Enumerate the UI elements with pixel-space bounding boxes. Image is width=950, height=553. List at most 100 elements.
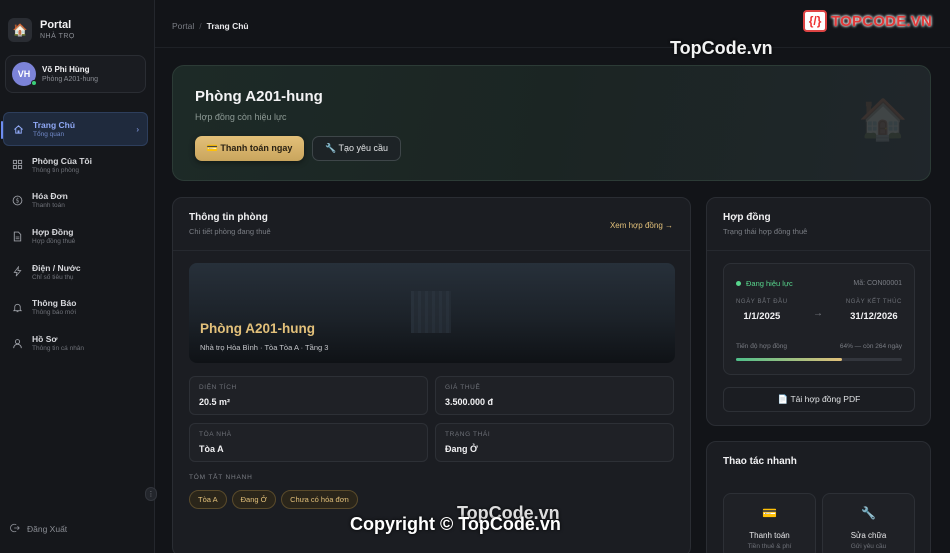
divider — [707, 250, 930, 251]
summary-chips: Tòa A Đang Ở Chưa có hóa đơn — [189, 490, 358, 509]
breadcrumb-root[interactable]: Portal — [172, 21, 194, 31]
chip-invoice: Chưa có hóa đơn — [281, 490, 358, 509]
room-info-card: Thông tin phòng Chi tiết phòng đang thuê… — [172, 197, 691, 553]
sidebar: 🏠 Portal NHÀ TRỌ VH Võ Phi Hùng Phòng A2… — [0, 0, 155, 553]
building-image — [411, 291, 451, 333]
chevron-right-icon: › — [136, 125, 139, 134]
document-icon — [11, 230, 23, 242]
lightning-icon — [11, 266, 23, 278]
quick-action-payment[interactable]: 💳 Thanh toán Tiền thuê & phí — [723, 493, 816, 553]
chip-status: Đang Ở — [231, 490, 277, 509]
create-request-button[interactable]: 🔧 Tạo yêu cầu — [312, 136, 401, 161]
progress-bar — [736, 358, 902, 361]
status-badge: Đang hiệu lực — [736, 279, 793, 288]
end-date: NGÀY KẾT THÚC 31/12/2026 — [846, 299, 902, 322]
user-name: Võ Phi Hùng — [42, 65, 90, 74]
arrow-right-icon: → — [813, 308, 823, 319]
room-banner: Phòng A201-hung Nhà trọ Hòa Bình · Tòa T… — [189, 263, 675, 363]
sidebar-item-thong-bao[interactable]: Thông Báo Thông báo mới — [3, 290, 148, 324]
sidebar-item-sub: Hợp đồng thuê — [32, 238, 76, 246]
card-title: Hợp đồng — [723, 212, 771, 223]
hero-banner: Phòng A201-hung Hợp đồng còn hiệu lực 💳 … — [172, 65, 931, 181]
status-dot-icon — [736, 281, 741, 286]
sidebar-item-sub: Thông tin cá nhân — [32, 345, 85, 353]
card-title: Thông tin phòng — [189, 212, 268, 223]
chip-building: Tòa A — [189, 490, 227, 509]
pay-now-button[interactable]: 💳 Thanh toán ngay — [195, 136, 304, 161]
brand-subtitle: NHÀ TRỌ — [40, 33, 75, 40]
sidebar-item-label: Hợp Đồng — [32, 227, 74, 238]
user-room: Phòng A201-hung — [42, 76, 99, 83]
view-contract-link[interactable]: Xem hợp đồng → — [610, 221, 673, 230]
breadcrumb-separator: / — [199, 21, 202, 31]
wrench-icon: 🔧 — [861, 506, 876, 520]
room-banner-title: Phòng A201-hung — [200, 321, 315, 336]
quick-actions-card: Thao tác nhanh 💳 Thanh toán Tiền thuê & … — [706, 441, 931, 553]
quick-action-repair[interactable]: 🔧 Sửa chữa Gửi yêu cầu — [822, 493, 915, 553]
card-subtitle: Chi tiết phòng đang thuê — [189, 227, 271, 236]
start-date: NGÀY BẮT ĐẦU 1/1/2025 — [736, 299, 788, 322]
download-pdf-button[interactable]: 📄 Tải hợp đồng PDF — [723, 387, 915, 412]
sidebar-item-label: Thông Báo — [32, 298, 77, 309]
sidebar-item-label: Hóa Đơn — [32, 191, 68, 202]
sidebar-collapse-handle[interactable]: ⋮ — [145, 487, 157, 501]
watermark-copyright: Copyright © TopCode.vn — [350, 514, 561, 534]
sidebar-item-dien-nuoc[interactable]: Điện / Nước Chỉ số tiêu thụ — [3, 255, 148, 289]
status-field: TRẠNG THÁI Đang Ở — [435, 423, 674, 462]
quick-action-title: Thanh toán — [749, 531, 790, 540]
start-date-label: NGÀY BẮT ĐẦU — [736, 299, 788, 305]
watermark-logo-icon: {/} — [803, 10, 828, 32]
topbar: Portal / Trang Chủ {/} TOPCODE.VN — [155, 0, 950, 48]
card-icon: 💳 — [762, 506, 777, 520]
field-value: Tòa A — [199, 444, 224, 454]
field-label: GIÁ THUÊ — [445, 384, 481, 391]
sidebar-item-ho-so[interactable]: Hồ Sơ Thông tin cá nhân — [3, 326, 148, 360]
contract-card: Hợp đồng Trạng thái hợp đồng thuê Đang h… — [706, 197, 931, 426]
home-icon — [12, 123, 24, 135]
sidebar-item-label: Phòng Của Tôi — [32, 155, 92, 166]
area-field: DIỆN TÍCH 20.5 m² — [189, 376, 428, 415]
online-status-dot — [31, 80, 37, 86]
summary-label: TÓM TẮT NHANH — [189, 474, 253, 481]
divider — [173, 250, 690, 251]
sidebar-item-hop-dong[interactable]: Hợp Đồng Hợp đồng thuê — [3, 219, 148, 253]
quick-action-sub: Tiền thuê & phí — [747, 543, 792, 550]
logout-button[interactable]: Đăng Xuất — [10, 523, 67, 535]
sidebar-item-label: Điện / Nước — [32, 262, 81, 273]
sidebar-item-trang-chu[interactable]: Trang Chủ Tổng quan › — [1, 112, 148, 146]
logout-icon — [10, 523, 20, 535]
sidebar-item-phong-cua-toi[interactable]: Phòng Của Tôi Thông tin phòng — [3, 148, 148, 182]
svg-text:$: $ — [15, 197, 19, 204]
progress-fill — [736, 358, 843, 361]
sidebar-item-sub: Tổng quan — [33, 131, 65, 138]
status-text: Đang hiệu lực — [746, 279, 793, 288]
room-banner-subtitle: Nhà trọ Hòa Bình · Tòa Tòa A · Tầng 3 — [200, 343, 329, 352]
sidebar-item-hoa-don[interactable]: $ Hóa Đơn Thanh toán — [3, 183, 148, 217]
field-value: Đang Ở — [445, 444, 478, 454]
avatar-initials: VH — [17, 69, 31, 79]
progress-text: 64% — còn 264 ngày — [839, 343, 902, 350]
sidebar-item-label: Hồ Sơ — [32, 334, 58, 345]
quick-action-title: Sửa chữa — [850, 531, 887, 540]
quick-action-sub: Gửi yêu cầu — [850, 543, 887, 550]
dollar-icon: $ — [11, 194, 23, 206]
field-value: 3.500.000 đ — [445, 397, 494, 407]
house-icon: 🏠 — [8, 18, 32, 42]
watermark-url: TopCode.vn — [670, 38, 773, 58]
sidebar-item-label: Trang Chủ — [33, 120, 76, 130]
contract-summary: Đang hiệu lực Mã: CON00001 NGÀY BẮT ĐẦU … — [723, 263, 915, 375]
brand[interactable]: 🏠 Portal NHÀ TRỌ — [8, 18, 75, 42]
sidebar-nav: Trang Chủ Tổng quan › Phòng Của Tôi Thôn… — [1, 112, 148, 362]
end-date-label: NGÀY KẾT THÚC — [845, 299, 902, 305]
hero-title: Phòng A201-hung — [195, 88, 323, 105]
logout-label: Đăng Xuất — [27, 524, 68, 534]
brand-title: Portal — [40, 19, 72, 31]
hero-subtitle: Hợp đồng còn hiệu lực — [195, 112, 287, 122]
field-label: DIỆN TÍCH — [199, 384, 237, 391]
rent-field: GIÁ THUÊ 3.500.000 đ — [435, 376, 674, 415]
card-title: Thao tác nhanh — [723, 456, 797, 467]
user-card[interactable]: VH Võ Phi Hùng Phòng A201-hung — [5, 55, 146, 93]
card-subtitle: Trạng thái hợp đồng thuê — [723, 227, 808, 236]
contract-code: Mã: CON00001 — [853, 280, 902, 287]
grid-icon — [11, 159, 23, 171]
